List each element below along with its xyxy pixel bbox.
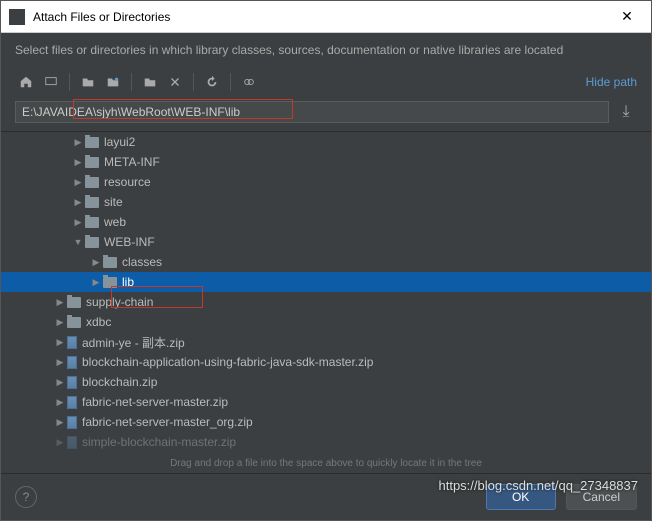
tree-item-label: xdbc — [86, 315, 111, 329]
close-icon[interactable]: ✕ — [611, 8, 643, 25]
window-title: Attach Files or Directories — [33, 10, 611, 24]
tree-item-simple-blockchain-master-zip[interactable]: ▶ simple-blockchain-master.zip — [1, 432, 651, 452]
tree-item-layui2[interactable]: ▶ layui2 — [1, 132, 651, 152]
tree-item-label: layui2 — [104, 135, 135, 149]
ok-button[interactable]: OK — [486, 484, 556, 510]
folder-icon — [85, 217, 99, 228]
tree-item-web-inf[interactable]: ▼ WEB-INF — [1, 232, 651, 252]
folder-icon — [67, 297, 81, 308]
folder-icon — [85, 157, 99, 168]
hide-path-link[interactable]: Hide path — [586, 75, 637, 89]
toolbar: Hide path — [1, 67, 651, 97]
tree-item-admin-ye-zip[interactable]: ▶ admin-ye - 副本.zip — [1, 332, 651, 352]
folder-icon — [67, 317, 81, 328]
tree-item-label: admin-ye - 副本.zip — [82, 334, 185, 351]
tree-item-label: WEB-INF — [104, 235, 155, 249]
tree-item-label: fabric-net-server-master.zip — [82, 395, 228, 409]
expand-arrow-icon[interactable]: ▼ — [73, 237, 83, 247]
tree-item-supply-chain[interactable]: ▶ supply-chain — [1, 292, 651, 312]
folder-icon — [85, 197, 99, 208]
tree-item-resource[interactable]: ▶ resource — [1, 172, 651, 192]
help-button[interactable]: ? — [15, 486, 37, 508]
folder-icon — [103, 277, 117, 288]
toolbar-separator — [193, 73, 194, 91]
tree-item-blockchain-zip[interactable]: ▶ blockchain.zip — [1, 372, 651, 392]
tree-item-label: META-INF — [104, 155, 160, 169]
desktop-icon[interactable] — [40, 71, 62, 93]
archive-icon — [67, 436, 77, 449]
tree-item-label: supply-chain — [86, 295, 153, 309]
titlebar: Attach Files or Directories ✕ — [1, 1, 651, 33]
tree-item-classes[interactable]: ▶ classes — [1, 252, 651, 272]
expand-arrow-icon[interactable]: ▶ — [73, 157, 83, 168]
attach-files-dialog: Attach Files or Directories ✕ Select fil… — [0, 0, 652, 521]
save-path-icon[interactable]: ⤓ — [615, 101, 637, 123]
tree-item-label: blockchain-application-using-fabric-java… — [82, 355, 373, 369]
archive-icon — [67, 396, 77, 409]
show-hidden-icon[interactable] — [238, 71, 260, 93]
tree-item-fabric-net-server-master-zip[interactable]: ▶ fabric-net-server-master.zip — [1, 392, 651, 412]
tree-item-fabric-net-server-master-org-zip[interactable]: ▶ fabric-net-server-master_org.zip — [1, 412, 651, 432]
toolbar-separator — [230, 73, 231, 91]
footer: ? OK Cancel — [1, 473, 651, 520]
archive-icon — [67, 416, 77, 429]
tree-item-blockchain-application-using-fabric-java-sdk-master-zip[interactable]: ▶ blockchain-application-using-fabric-jav… — [1, 352, 651, 372]
archive-icon — [67, 336, 77, 349]
folder-icon — [103, 257, 117, 268]
folder-icon — [85, 237, 99, 248]
folder-action-icon[interactable] — [139, 71, 161, 93]
home-icon[interactable] — [15, 71, 37, 93]
tree-item-label: resource — [104, 175, 151, 189]
archive-icon — [67, 376, 77, 389]
dialog-subtitle: Select files or directories in which lib… — [1, 33, 651, 67]
expand-arrow-icon[interactable]: ▶ — [55, 437, 65, 448]
archive-icon — [67, 356, 77, 369]
tree-item-lib[interactable]: ▶ lib — [1, 272, 651, 292]
tree-item-label: blockchain.zip — [82, 375, 157, 389]
tree-item-label: lib — [122, 275, 134, 289]
toolbar-separator — [131, 73, 132, 91]
app-icon — [9, 9, 25, 25]
refresh-icon[interactable] — [201, 71, 223, 93]
expand-arrow-icon[interactable]: ▶ — [55, 417, 65, 428]
expand-arrow-icon[interactable]: ▶ — [73, 217, 83, 228]
delete-icon[interactable] — [164, 71, 186, 93]
folder-icon — [85, 177, 99, 188]
expand-arrow-icon[interactable]: ▶ — [55, 397, 65, 408]
tree-item-meta-inf[interactable]: ▶ META-INF — [1, 152, 651, 172]
path-row: ⤓ — [1, 97, 651, 131]
expand-arrow-icon[interactable]: ▶ — [55, 337, 65, 348]
expand-arrow-icon[interactable]: ▶ — [73, 177, 83, 188]
folder-icon — [85, 137, 99, 148]
expand-arrow-icon[interactable]: ▶ — [55, 357, 65, 368]
tree-item-web[interactable]: ▶ web — [1, 212, 651, 232]
expand-arrow-icon[interactable]: ▶ — [91, 257, 101, 268]
expand-arrow-icon[interactable]: ▶ — [73, 197, 83, 208]
tree-item-label: fabric-net-server-master_org.zip — [82, 415, 253, 429]
tree-item-label: classes — [122, 255, 162, 269]
tree-item-site[interactable]: ▶ site — [1, 192, 651, 212]
expand-arrow-icon[interactable]: ▶ — [55, 317, 65, 328]
tree-item-xdbc[interactable]: ▶ xdbc — [1, 312, 651, 332]
path-input[interactable] — [15, 101, 609, 123]
expand-arrow-icon[interactable]: ▶ — [55, 377, 65, 388]
tree-item-label: web — [104, 215, 126, 229]
file-tree[interactable]: ▶ layui2 ▶ META-INF ▶ resource ▶ site ▶ web ▼ WEB-I… — [1, 131, 651, 454]
drag-hint: Drag and drop a file into the space abov… — [1, 454, 651, 473]
expand-arrow-icon[interactable]: ▶ — [73, 137, 83, 148]
expand-arrow-icon[interactable]: ▶ — [55, 297, 65, 308]
tree-item-label: site — [104, 195, 123, 209]
expand-arrow-icon[interactable]: ▶ — [91, 277, 101, 288]
new-folder-ex-icon[interactable] — [102, 71, 124, 93]
new-folder-icon[interactable] — [77, 71, 99, 93]
cancel-button[interactable]: Cancel — [566, 484, 637, 510]
tree-item-label: simple-blockchain-master.zip — [82, 435, 236, 449]
toolbar-separator — [69, 73, 70, 91]
